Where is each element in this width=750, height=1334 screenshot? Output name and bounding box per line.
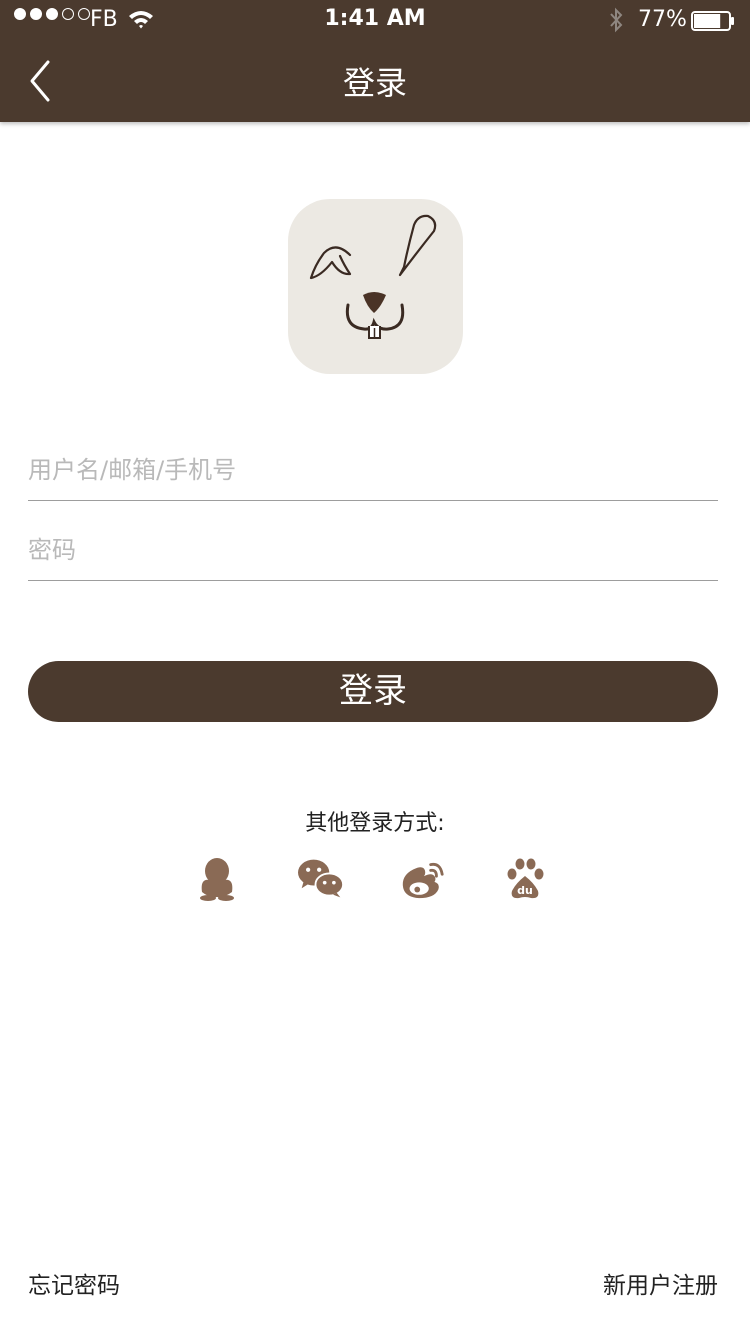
rabbit-face-icon bbox=[309, 214, 437, 339]
username-input[interactable] bbox=[28, 440, 718, 501]
login-button[interactable]: 登录 bbox=[28, 661, 718, 722]
page-title: 登录 bbox=[342, 64, 407, 102]
other-login-label: 其他登录方式: bbox=[305, 811, 445, 836]
weibo-icon[interactable] bbox=[400, 856, 446, 902]
qq-icon[interactable] bbox=[194, 856, 240, 902]
bluetooth-icon bbox=[610, 7, 623, 33]
battery-percent: 77% bbox=[638, 7, 687, 32]
forgot-password-link[interactable]: 忘记密码 bbox=[28, 1266, 120, 1300]
baidu-icon[interactable]: du bbox=[502, 856, 548, 902]
password-input[interactable] bbox=[28, 520, 718, 581]
status-bar: FB 1:41 AM 77% bbox=[0, 0, 750, 40]
register-link[interactable]: 新用户注册 bbox=[603, 1266, 718, 1300]
top-bar: FB 1:41 AM 77% 登录 bbox=[0, 0, 750, 122]
rabbit-logo bbox=[288, 199, 463, 374]
svg-text:du: du bbox=[517, 884, 533, 897]
battery-icon bbox=[691, 11, 734, 31]
wechat-icon[interactable] bbox=[298, 856, 344, 902]
navigation-bar: 登录 bbox=[0, 40, 750, 122]
